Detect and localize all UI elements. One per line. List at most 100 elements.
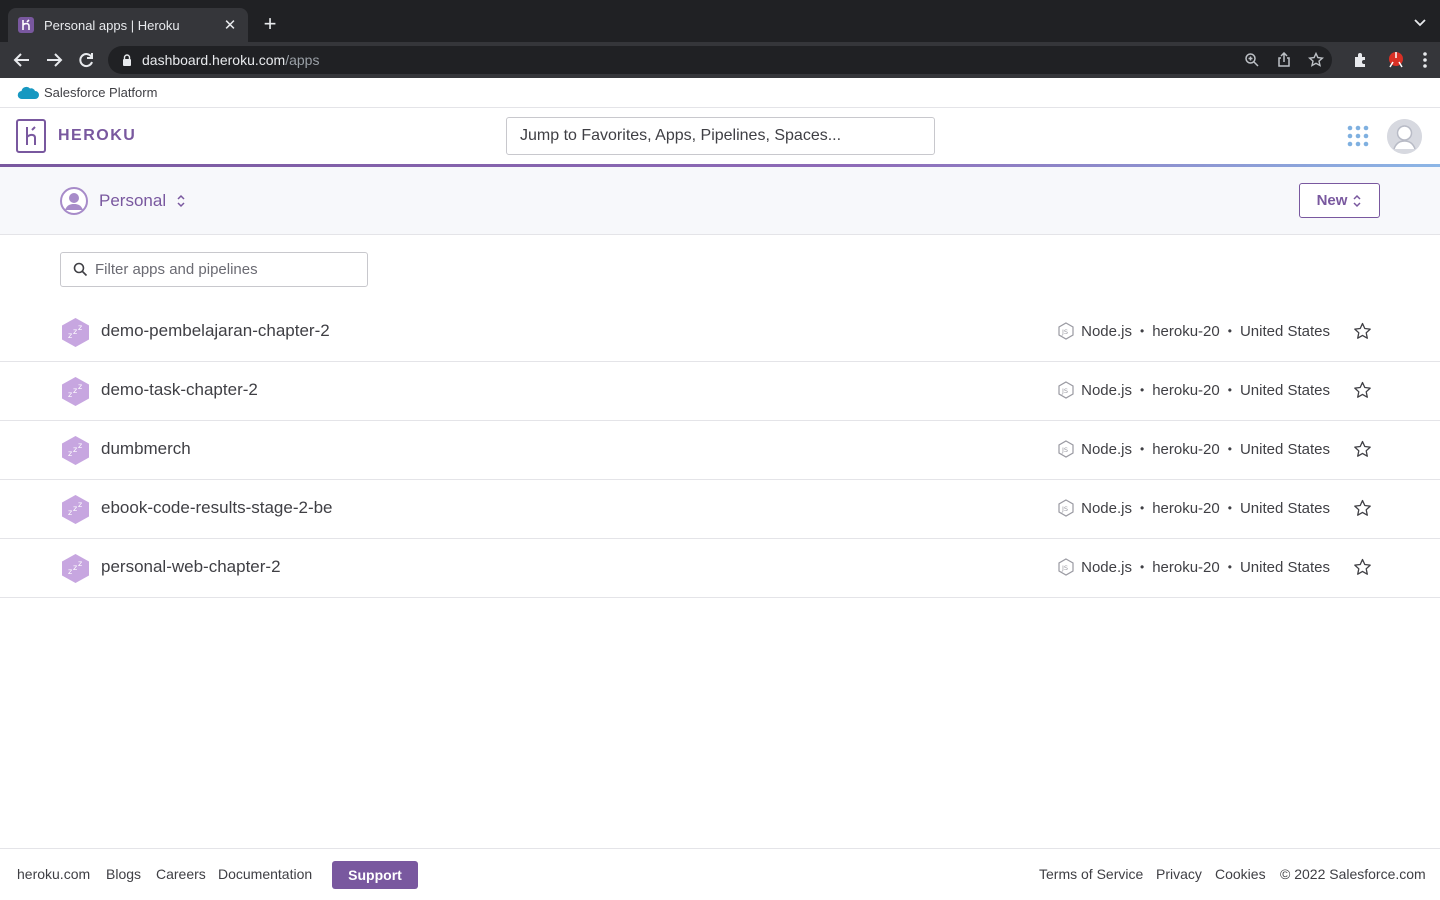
svg-text:z: z (68, 390, 72, 399)
app-region: United States (1239, 322, 1330, 340)
extension-red-icon[interactable] (1384, 50, 1408, 70)
app-row[interactable]: z z z dumbmerch JS Node.js • heroku-20 • United S… (0, 421, 1440, 480)
browser-tab[interactable]: Personal apps | Heroku ✕ (8, 8, 248, 42)
sleeping-dyno-icon: zzz (62, 318, 89, 347)
heroku-favicon-icon (18, 17, 34, 33)
star-outline-icon[interactable] (1353, 558, 1372, 577)
app-meta: JS Node.js • heroku-20 • United States (1057, 499, 1330, 517)
global-search-input[interactable] (506, 117, 935, 155)
app-name[interactable]: ebook-code-results-stage-2-be (101, 498, 333, 518)
footer-link-careers[interactable]: Careers (156, 866, 206, 882)
nodejs-icon: JS (1058, 440, 1074, 458)
star-outline-icon[interactable] (1353, 381, 1372, 400)
svg-text:z: z (68, 567, 72, 576)
apps-grid-icon[interactable] (1347, 125, 1369, 147)
url-host: dashboard.heroku.com (142, 52, 286, 68)
sleeping-dyno-icon: zzz (62, 554, 89, 583)
separator-dot: • (1139, 324, 1145, 338)
zoom-icon[interactable] (1244, 52, 1260, 68)
salesforce-cloud-icon (17, 86, 39, 100)
copyright: © 2022 Salesforce.com (1280, 866, 1426, 882)
close-tab-icon[interactable]: ✕ (222, 16, 238, 34)
salesforce-platform-label: Salesforce Platform (44, 85, 158, 100)
new-button[interactable]: New (1299, 183, 1380, 218)
lock-icon (123, 54, 131, 66)
app-row[interactable]: z z z ebook-code-results-stage-2-be JS Node.j… (0, 480, 1440, 539)
bookmark-star-icon[interactable] (1308, 52, 1324, 68)
footer-link-documentation[interactable]: Documentation (218, 866, 312, 882)
app-language: Node.js (1081, 499, 1132, 517)
user-avatar[interactable] (1387, 119, 1422, 154)
app-language: Node.js (1081, 440, 1132, 458)
star-outline-icon[interactable] (1353, 440, 1372, 459)
context-label: Personal (99, 191, 167, 210)
svg-text:JS: JS (1061, 505, 1068, 513)
svg-text:z: z (73, 445, 77, 454)
footer-link-cookies[interactable]: Cookies (1215, 866, 1266, 882)
svg-text:z: z (68, 508, 72, 517)
app-row[interactable]: z z z demo-pembelajaran-chapter-2 JS Node.js •… (0, 303, 1440, 362)
back-arrow-icon[interactable] (12, 50, 32, 70)
svg-text:z: z (78, 382, 82, 391)
app-name[interactable]: demo-pembelajaran-chapter-2 (101, 321, 330, 341)
heroku-logo-icon (16, 119, 46, 153)
filter-apps-input[interactable] (95, 261, 355, 278)
star-outline-icon[interactable] (1353, 499, 1372, 518)
context-bar: Personal New (0, 167, 1440, 235)
app-stack: heroku-20 (1152, 381, 1220, 399)
svg-text:z: z (78, 323, 82, 332)
sleeping-dyno-icon: zzz (62, 377, 89, 406)
app-region: United States (1239, 440, 1330, 458)
app-row[interactable]: z z z personal-web-chapter-2 JS Node.js • herok… (0, 539, 1440, 598)
svg-text:z: z (73, 563, 77, 572)
separator-dot: • (1139, 383, 1145, 397)
forward-arrow-icon[interactable] (44, 50, 64, 70)
context-switcher[interactable]: Personal (60, 187, 186, 215)
app-stack: heroku-20 (1152, 499, 1220, 517)
footer-link-blogs[interactable]: Blogs (106, 866, 141, 882)
nodejs-icon: JS (1058, 558, 1074, 576)
app-name[interactable]: dumbmerch (101, 439, 191, 459)
footer-link-heroku[interactable]: heroku.com (17, 866, 90, 882)
svg-text:JS: JS (1061, 328, 1068, 336)
app-meta: JS Node.js • heroku-20 • United States (1057, 381, 1330, 399)
separator-dot: • (1227, 442, 1232, 456)
star-outline-icon[interactable] (1353, 322, 1372, 341)
tab-title: Personal apps | Heroku (44, 17, 180, 33)
app-name[interactable]: personal-web-chapter-2 (101, 557, 281, 577)
separator-dot: • (1139, 560, 1145, 574)
tab-search-chevron-icon[interactable] (1412, 14, 1428, 30)
app-stack: heroku-20 (1152, 322, 1220, 340)
url-path: /apps (285, 52, 320, 68)
browser-menu-icon[interactable] (1422, 51, 1428, 69)
new-tab-button[interactable]: + (258, 12, 282, 36)
footer-link-privacy[interactable]: Privacy (1156, 866, 1202, 882)
footer-link-terms[interactable]: Terms of Service (1039, 866, 1143, 882)
app-language: Node.js (1081, 322, 1132, 340)
separator-dot: • (1227, 383, 1232, 397)
salesforce-platform-bar: Salesforce Platform (0, 78, 1440, 108)
svg-text:z: z (73, 504, 77, 513)
app-stack: heroku-20 (1152, 558, 1220, 576)
support-button[interactable]: Support (332, 861, 418, 889)
sleeping-dyno-icon: zzz (62, 436, 89, 465)
app-name[interactable]: demo-task-chapter-2 (101, 380, 258, 400)
app-region: United States (1239, 558, 1330, 576)
heroku-logo[interactable]: HEROKU (16, 119, 136, 153)
sleeping-dyno-icon: zzz (62, 495, 89, 524)
reload-icon[interactable] (76, 50, 96, 70)
app-meta: JS Node.js • heroku-20 • United States (1057, 558, 1330, 576)
heroku-wordmark: HEROKU (58, 127, 137, 144)
address-bar[interactable]: dashboard.heroku.com/apps (108, 46, 1332, 74)
personal-user-icon (60, 187, 88, 215)
app-language: Node.js (1081, 381, 1132, 399)
separator-dot: • (1139, 442, 1145, 456)
svg-text:JS: JS (1061, 446, 1068, 454)
share-icon[interactable] (1276, 52, 1292, 68)
nodejs-icon: JS (1058, 381, 1074, 399)
app-language: Node.js (1081, 558, 1132, 576)
app-row[interactable]: z z z demo-task-chapter-2 JS Node.js • heroku-2… (0, 362, 1440, 421)
extensions-puzzle-icon[interactable] (1352, 51, 1370, 69)
chevron-up-down-icon (177, 194, 185, 208)
search-icon (73, 262, 88, 277)
